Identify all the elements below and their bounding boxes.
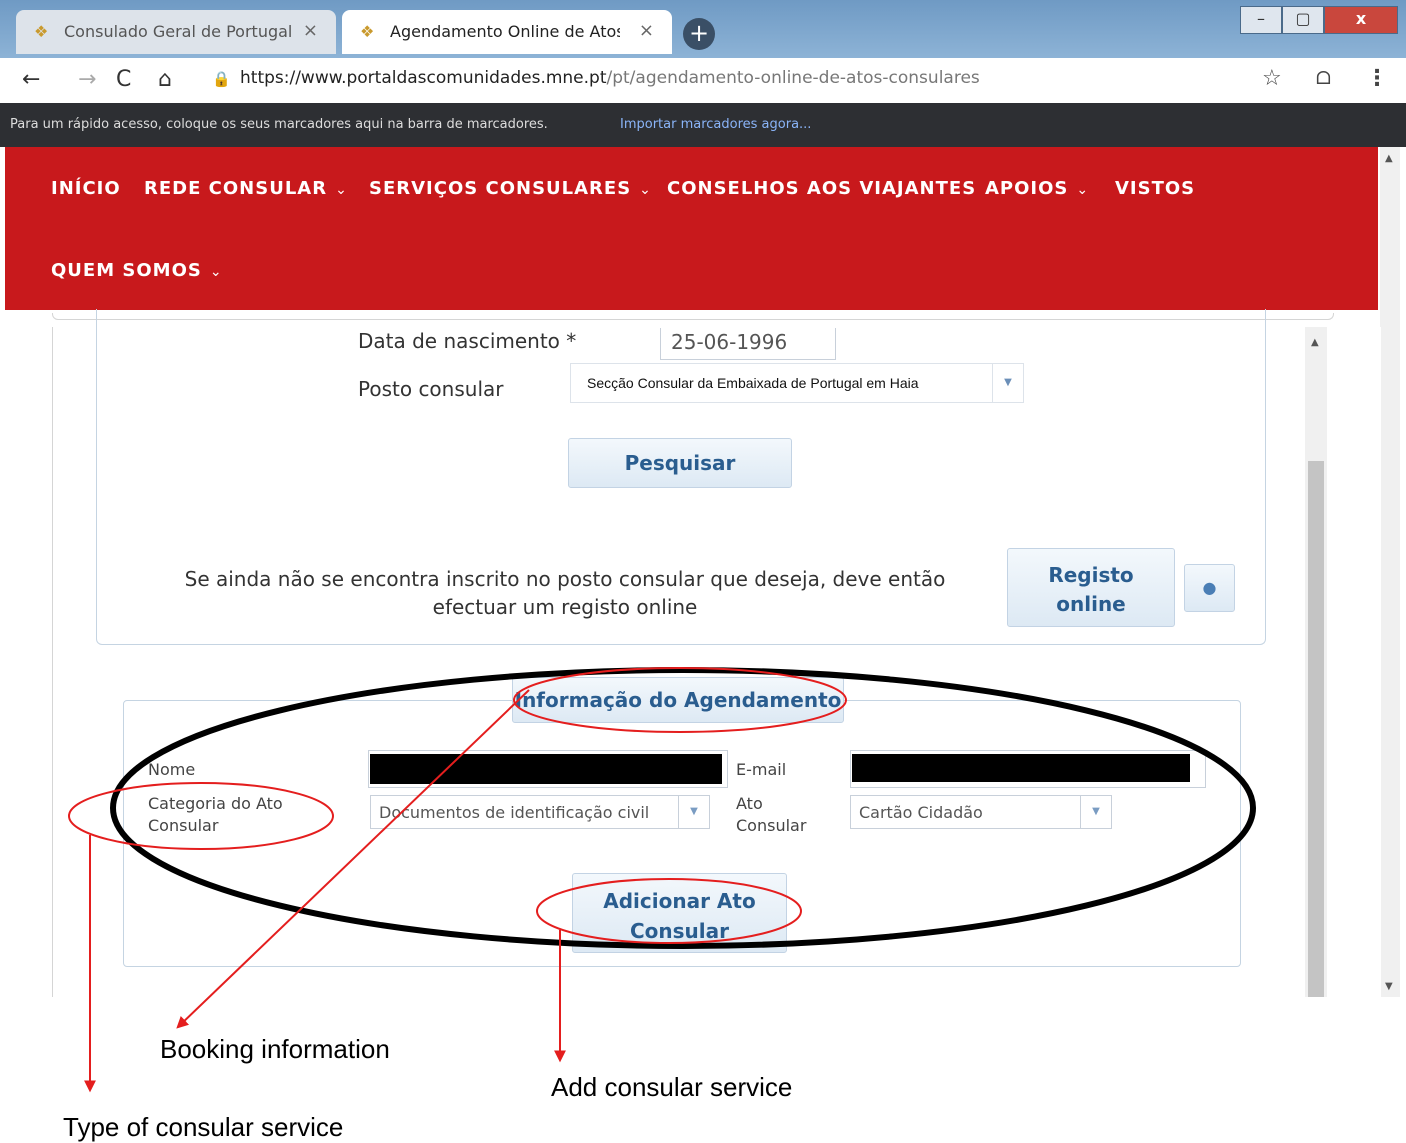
act-value: Cartão Cidadão (859, 803, 983, 822)
close-window-button[interactable]: x (1324, 6, 1398, 34)
portugal-favicon-icon: ❖ (34, 22, 49, 41)
consular-post-value: Secção Consular da Embaixada de Portugal… (587, 375, 919, 391)
tab-title: Agendamento Online de Atos Co (390, 22, 620, 41)
act-label: Ato Consular (736, 793, 806, 837)
nav-apoios-label: APOIOS (985, 178, 1069, 199)
nav-quem-somos[interactable]: QUEM SOMOS ⌄ (51, 260, 223, 281)
frame-scrollbar[interactable]: ▲ (1305, 327, 1327, 997)
nav-inicio-label: INÍCIO (51, 178, 121, 199)
chevron-down-icon[interactable]: ▼ (992, 364, 1023, 402)
category-label-line1: Categoria do Ato (148, 794, 283, 813)
url-domain: https://www.portaldascomunidades.mne.pt (240, 68, 607, 88)
page-content: INÍCIO REDE CONSULAR ⌄ SERVIÇOS CONSULARE… (0, 147, 1406, 997)
redacted-name (370, 754, 722, 784)
info-icon[interactable]: ● (1184, 564, 1235, 612)
chevron-down-icon: ⌄ (209, 264, 223, 280)
scroll-up-icon[interactable]: ▲ (1311, 337, 1319, 348)
bookmark-star-icon[interactable]: ☆ (1262, 66, 1282, 91)
nav-vistos-label: VISTOS (1115, 178, 1196, 199)
new-tab-button[interactable]: + (683, 18, 715, 50)
browser-tab-strip: ❖ Consulado Geral de Portugal em × ❖ Age… (0, 0, 1406, 58)
nav-rede-consular-label: REDE CONSULAR (144, 178, 328, 199)
register-hint: Se ainda não se encontra inscrito no pos… (184, 567, 946, 619)
scroll-thumb[interactable] (1308, 461, 1324, 997)
act-label-line1: Ato (736, 794, 763, 813)
page-scrollbar[interactable]: ▲ ▼ (1380, 147, 1400, 997)
chevron-down-icon: ⌄ (639, 182, 652, 198)
maximize-button[interactable]: ▢ (1282, 6, 1324, 34)
tab-consulado[interactable]: ❖ Consulado Geral de Portugal em × (16, 10, 336, 54)
nav-quem-somos-label: QUEM SOMOS (51, 260, 202, 281)
bookmarks-hint: Para um rápido acesso, coloque os seus m… (10, 117, 548, 132)
chevron-down-icon: ⌄ (335, 182, 348, 198)
menu-icon[interactable]: ⋮ (1366, 66, 1388, 91)
home-icon[interactable]: ⌂ (158, 67, 172, 93)
bookmarks-bar: Para um rápido acesso, coloque os seus m… (0, 103, 1406, 147)
chevron-down-icon[interactable]: ▼ (1080, 796, 1111, 828)
add-button-line1: Adicionar Ato (603, 889, 756, 913)
category-value: Documentos de identificação civil (379, 803, 650, 822)
search-button[interactable]: Pesquisar (568, 438, 792, 488)
nav-apoios[interactable]: APOIOS ⌄ (985, 178, 1089, 199)
reload-icon[interactable]: C (116, 67, 131, 93)
nav-servicos-consulares[interactable]: SERVIÇOS CONSULARES ⌄ (369, 178, 652, 199)
forward-arrow-icon[interactable]: → (78, 67, 96, 93)
nav-inicio[interactable]: INÍCIO (51, 178, 121, 199)
scroll-up-icon[interactable]: ▲ (1385, 153, 1393, 164)
import-bookmarks-link[interactable]: Importar marcadores agora... (620, 117, 811, 132)
scroll-down-icon[interactable]: ▼ (1385, 981, 1393, 992)
url-path: /pt/agendamento-online-de-atos-consulare… (606, 68, 980, 88)
close-tab-icon[interactable]: × (303, 20, 318, 41)
add-consular-act-button[interactable]: Adicionar Ato Consular (572, 873, 787, 953)
booking-legend: Informação do Agendamento (512, 677, 844, 723)
nav-vistos[interactable]: VISTOS (1115, 178, 1195, 199)
portugal-favicon-icon: ❖ (360, 22, 375, 41)
category-label: Categoria do Ato Consular (148, 793, 283, 837)
register-online-button[interactable]: Registo online (1007, 548, 1175, 627)
category-select[interactable]: Documentos de identificação civil ▼ (370, 795, 710, 829)
main-navigation: INÍCIO REDE CONSULAR ⌄ SERVIÇOS CONSULARE… (5, 147, 1378, 310)
category-label-line2: Consular (148, 816, 219, 835)
annotation-add-consular-service: Add consular service (551, 1072, 793, 1102)
close-tab-icon[interactable]: × (639, 20, 654, 41)
tab-title: Consulado Geral de Portugal em (64, 22, 294, 41)
birth-date-label: Data de nascimento * (358, 329, 577, 353)
url-field[interactable]: https://www.portaldascomunidades.mne.pt/… (240, 68, 980, 88)
nav-servicos-label: SERVIÇOS CONSULARES (369, 178, 632, 199)
lock-icon: 🔒 (212, 70, 231, 88)
tab-agendamento[interactable]: ❖ Agendamento Online de Atos Co × (342, 10, 672, 54)
annotation-booking-information: Booking information (160, 1034, 390, 1064)
consular-post-select[interactable]: Secção Consular da Embaixada de Portugal… (570, 363, 1024, 403)
minimize-button[interactable]: – (1240, 6, 1282, 34)
nav-conselhos[interactable]: CONSELHOS AOS VIAJANTES (667, 178, 976, 199)
nav-rede-consular[interactable]: REDE CONSULAR ⌄ (144, 178, 348, 199)
email-label: E-mail (736, 760, 787, 779)
chevron-down-icon: ⌄ (1076, 182, 1090, 198)
chevron-down-icon[interactable]: ▼ (678, 796, 709, 828)
redacted-email (852, 754, 1190, 782)
birth-date-field[interactable]: 25-06-1996 (660, 328, 836, 360)
address-bar: ← → C ⌂ 🔒 https://www.portaldascomunidad… (0, 58, 1406, 103)
act-label-line2: Consular (736, 816, 807, 835)
name-label: Nome (148, 760, 196, 779)
annotation-type-of-consular-service: Type of consular service (63, 1112, 344, 1142)
register-button-line2: online (1056, 592, 1126, 616)
add-button-line2: Consular (629, 919, 729, 943)
consular-post-label: Posto consular (358, 377, 504, 401)
back-arrow-icon[interactable]: ← (22, 67, 40, 93)
act-select[interactable]: Cartão Cidadão ▼ (850, 795, 1112, 829)
register-button-line1: Registo (1048, 563, 1134, 587)
extension-icon[interactable]: ᗝ (1316, 68, 1331, 89)
nav-conselhos-label: CONSELHOS AOS VIAJANTES (667, 178, 977, 199)
